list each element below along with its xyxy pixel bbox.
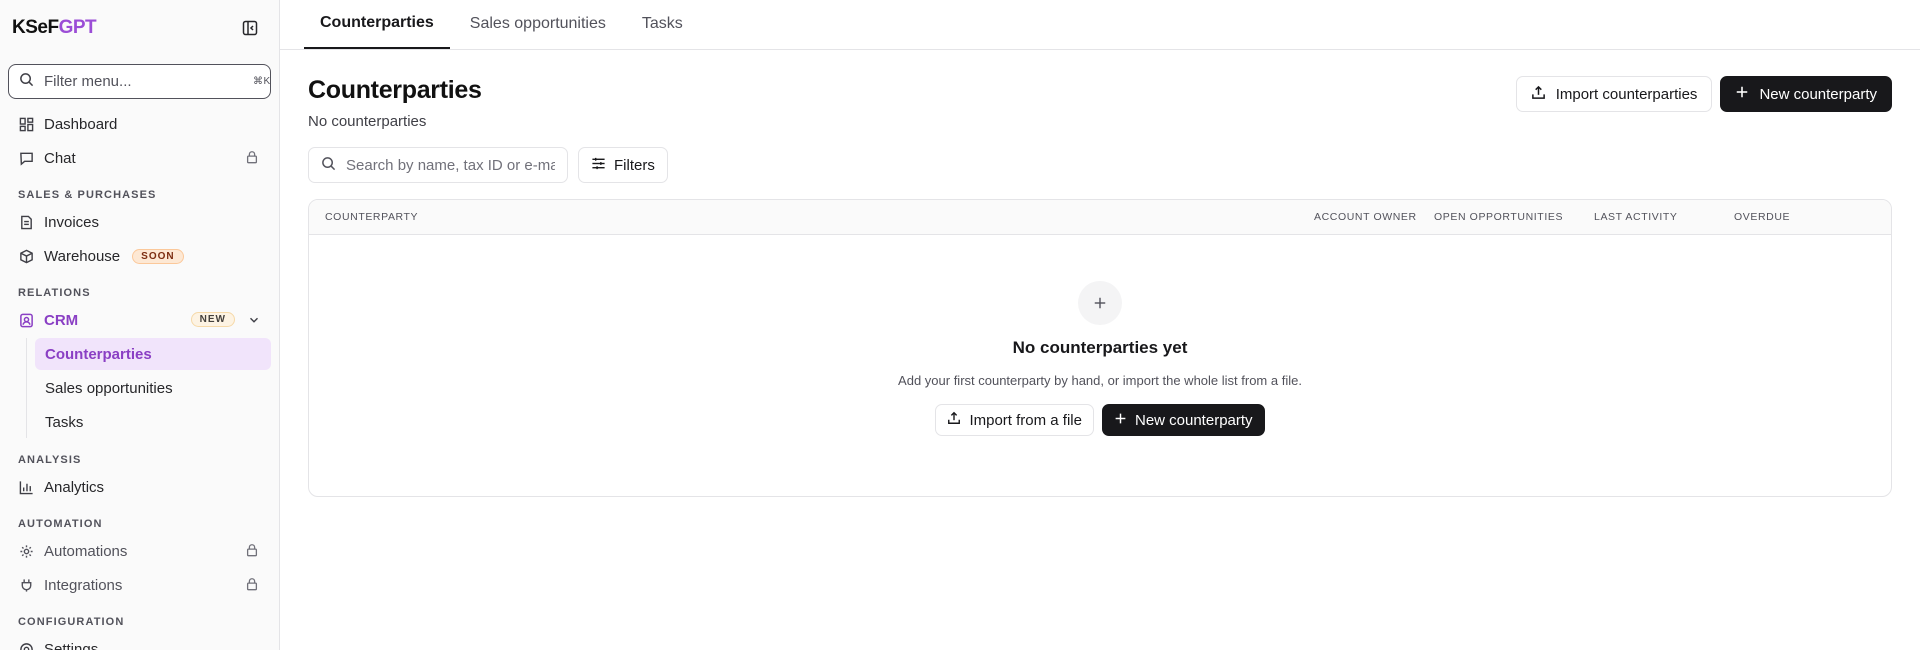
sidebar-subitem-sales-opportunities[interactable]: Sales opportunities [35,372,271,404]
new-counterparty-label: New counterparty [1759,85,1877,103]
page-title: Counterparties [308,76,482,104]
sidebar-subitem-counterparties[interactable]: Counterparties [35,338,271,370]
filter-menu-input[interactable] [44,73,243,90]
sidebar-item-label: CRM [44,311,79,329]
search-field[interactable] [308,147,568,183]
section-label-configuration: CONFIGURATION [18,616,125,628]
new-counterparty-button[interactable]: New counterparty [1720,76,1892,112]
section-label-relations: RELATIONS [18,287,91,299]
filter-menu-field[interactable]: ⌘K [8,64,271,99]
sidebar-collapse-icon[interactable] [239,17,261,39]
plus-icon [1114,412,1127,429]
soon-badge: SOON [132,248,184,264]
sidebar-item-label: Analytics [44,478,105,496]
crm-submenu: Counterparties Sales opportunities Tasks [26,338,279,438]
chevron-down-icon[interactable] [247,313,261,327]
box-icon [18,248,34,264]
gear-icon [18,543,34,559]
page-header: Counterparties No counterparties [308,76,482,130]
section-label-analysis: ANALYSIS [18,454,82,466]
plus-icon [1735,85,1749,103]
filters-button[interactable]: Filters [578,147,668,183]
tab-sales-opportunities[interactable]: Sales opportunities [454,0,622,49]
list-toolbar: Filters [308,147,668,183]
search-icon [321,156,336,175]
sidebar-item-label: Dashboard [44,115,118,133]
plug-icon [18,577,34,593]
bar-chart-icon [18,479,34,495]
sidebar-item-label: Warehouse [44,247,121,265]
main-content: Counterparties Sales opportunities Tasks… [280,0,1920,650]
plus-circle-icon [1078,281,1122,325]
sidebar-item-invoices[interactable]: Invoices [0,205,279,239]
section-label-sales: SALES & PURCHASES [18,189,157,201]
lock-icon [245,577,261,593]
search-input[interactable] [346,156,555,174]
brand-part2: GPT [58,17,97,38]
column-header-account-owner[interactable]: ACCOUNT OWNER [1314,211,1417,223]
column-header-last-activity[interactable]: LAST ACTIVITY [1594,211,1677,223]
filters-label: Filters [614,156,655,174]
upload-icon [1531,85,1546,104]
section-label-automation: AUTOMATION [18,518,103,530]
sidebar: KSeFGPT ⌘K Dashboard Chat SALES & PURCHA… [0,0,280,650]
sidebar-item-settings[interactable]: Settings [0,632,279,650]
empty-state-description: Add your first counterparty by hand, or … [898,373,1302,388]
contact-card-icon [18,312,34,328]
brand-logo[interactable]: KSeFGPT [12,17,97,39]
tab-counterparties[interactable]: Counterparties [304,0,450,49]
empty-state: No counterparties yet Add your first cou… [309,235,1891,496]
sidebar-item-integrations[interactable]: Integrations [0,568,279,602]
header-actions: Import counterparties New counterparty [1515,76,1892,112]
column-header-overdue[interactable]: OVERDUE [1734,211,1790,223]
import-counterparties-label: Import counterparties [1555,85,1698,103]
import-from-file-button[interactable]: Import from a file [935,404,1094,436]
sidebar-item-analytics[interactable]: Analytics [0,470,279,504]
settings-icon [18,641,34,650]
sidebar-item-automations[interactable]: Automations [0,534,279,568]
sidebar-item-label: Integrations [44,576,123,594]
tab-tasks[interactable]: Tasks [626,0,699,49]
counterparties-table: COUNTERPARTY ACCOUNT OWNER OPEN OPPORTUN… [308,199,1892,497]
sliders-icon [591,156,606,175]
empty-new-counterparty-button[interactable]: New counterparty [1101,404,1265,436]
invoice-icon [18,214,34,230]
empty-state-title: No counterparties yet [1012,338,1188,357]
sidebar-item-label: Chat [44,149,76,167]
empty-new-counterparty-label: New counterparty [1134,411,1253,429]
column-header-counterparty[interactable]: COUNTERPARTY [325,211,418,223]
shortcut-hint: ⌘K [253,76,271,87]
column-header-open-opportunities[interactable]: OPEN OPPORTUNITIES [1434,211,1563,223]
search-icon [19,72,34,91]
import-counterparties-button[interactable]: Import counterparties [1515,76,1713,112]
brand-part1: KSeF [12,17,59,38]
import-from-file-label: Import from a file [969,411,1082,429]
sidebar-item-chat[interactable]: Chat [0,141,279,175]
chat-icon [18,150,34,166]
sidebar-item-warehouse[interactable]: Warehouse SOON [0,239,279,273]
sidebar-item-label: Settings [44,640,99,650]
sidebar-item-crm[interactable]: CRM NEW [0,303,279,337]
upload-icon [947,411,961,429]
sidebar-item-dashboard[interactable]: Dashboard [0,107,279,141]
tab-bar: Counterparties Sales opportunities Tasks [280,0,1920,50]
table-header: COUNTERPARTY ACCOUNT OWNER OPEN OPPORTUN… [309,200,1891,235]
sidebar-nav: Dashboard Chat SALES & PURCHASES Invoice… [0,107,279,650]
sidebar-item-label: Invoices [44,213,100,231]
new-badge: NEW [190,312,235,327]
dashboard-icon [18,116,34,132]
lock-icon [245,150,261,166]
lock-icon [245,543,261,559]
sidebar-item-label: Automations [44,542,128,560]
page-subtitle: No counterparties [308,113,427,130]
brand-row: KSeFGPT [0,0,279,56]
empty-state-actions: Import from a file New counterparty [935,404,1265,436]
sidebar-subitem-tasks[interactable]: Tasks [35,406,271,438]
